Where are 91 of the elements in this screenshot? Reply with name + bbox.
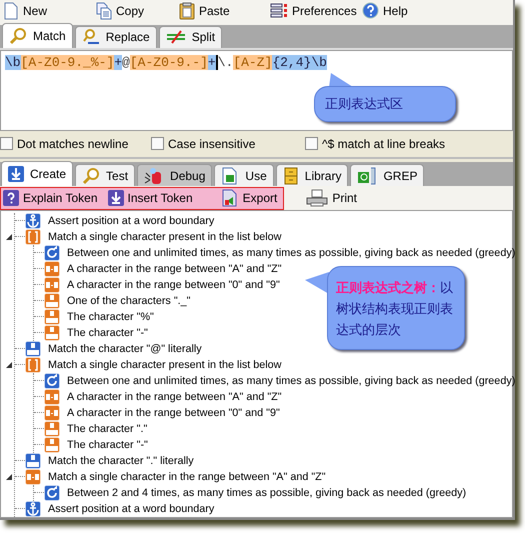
export-icon [220,189,239,208]
tab[interactable]: Use [214,164,274,186]
range-icon [44,276,60,293]
split-icon [166,30,186,44]
tree-item[interactable]: A character in the range between "0" and "9" [65,278,282,291]
tree-item[interactable]: A character in the range between "A" and "Z" [65,262,284,275]
magnifier-icon [82,28,100,46]
tree-item[interactable]: The character "-" [65,438,150,451]
bracket-icon [25,356,41,373]
checkbox[interactable] [151,137,164,150]
character-icon [44,324,60,341]
checkbox[interactable] [0,137,13,150]
range-icon [44,260,60,277]
repeat-icon [44,484,60,501]
regex-token: [A-Z] [233,54,272,70]
character-icon [44,308,60,325]
option-checkbox[interactable]: Dot matches newline [0,136,151,151]
tree-item[interactable]: The character "%" [65,310,156,323]
copy-icon [96,2,112,20]
tree-item[interactable]: Match the character "." literally [46,454,196,467]
toolbar-button[interactable]: Help [362,2,513,20]
grep-icon [357,166,378,185]
tab[interactable]: Library [276,164,348,186]
checkbox[interactable] [305,137,318,150]
tree-item[interactable]: A character in the range between "0" and "9" [65,406,282,419]
tree-item[interactable]: The character "-" [65,326,150,339]
tree-item[interactable]: The character "." [65,422,150,435]
character-icon [44,292,60,309]
printer-icon [306,189,328,208]
regex-token: [A-Z0-9._%-] [20,54,114,70]
tab[interactable]: Replace [74,26,157,48]
tree-item[interactable]: Between one and unlimited times, as many times as possible, giving back as needed (greedy) [65,246,518,259]
regex-token: @ [122,54,130,70]
regex-token: [A-Z0-9.-] [130,54,208,70]
magnifier-icon [82,166,100,185]
page-icon [3,2,19,20]
toolbar-button[interactable]: New [3,2,96,20]
tree-item[interactable]: Match the character "@" literally [46,342,204,355]
tree-item[interactable]: A character in the range between "A" and "Z" [65,390,284,403]
expander-icon[interactable] [6,362,12,368]
regex-token: {2,4}\b [272,54,327,70]
toolbar-button[interactable]: Copy [96,2,179,20]
tree-item[interactable]: One of the characters "._" [65,294,192,307]
tree-item[interactable]: Assert position at a word boundary [46,502,216,515]
action-button[interactable]: Explain Token [1,190,100,206]
regex-token: \b [5,54,21,70]
down-arrow-icon [108,190,124,206]
character-icon [25,452,41,469]
action-button[interactable]: Insert Token [106,190,195,206]
tree-item[interactable]: Match a single character present in the list below [46,358,284,371]
document-icon [221,166,240,185]
range-icon [25,468,41,485]
cabinet-icon [282,166,299,185]
tree-item[interactable]: Assert position at a word boundary [46,214,216,227]
tab[interactable]: Match [2,22,73,48]
tab[interactable]: Debug [137,164,212,186]
range-icon [44,404,60,421]
callout: 正则表达式区 [314,86,456,122]
character-icon [25,340,41,357]
help-icon [362,2,379,20]
list-settings-icon [270,2,288,19]
character-icon [44,420,60,437]
tree-item[interactable]: Between 2 and 4 times, as many times as possible, giving back as needed (greedy) [65,486,468,499]
tab[interactable]: Create [1,161,74,186]
magnifier-icon [9,26,27,45]
tree-item[interactable]: Between one and unlimited times, as many times as possible, giving back as needed (greedy) [65,374,518,387]
help-icon [3,190,19,206]
range-icon [44,388,60,405]
bracket-icon [25,228,41,245]
expander-icon[interactable] [6,234,12,240]
repeat-icon [44,244,60,261]
option-checkbox[interactable]: Case insensitive [151,136,305,151]
anchor-icon [25,212,41,229]
down-arrow-icon [8,166,24,182]
tab[interactable]: GREP [350,164,424,186]
clipboard-icon [179,2,195,20]
action-button[interactable]: Print [304,189,360,208]
tab[interactable]: Test [75,164,136,186]
toolbar-button[interactable]: Preferences [270,2,362,19]
regex-token: \. [218,54,234,70]
action-button[interactable]: Export [218,189,280,208]
regex-token: + [114,54,122,70]
character-icon [44,436,60,453]
toolbar-button[interactable]: Paste [179,2,270,20]
callout: 正则表达式之树：以树状结构表现正则表达式的层次 [327,266,465,350]
tree-item[interactable]: Match a single character in the range between "A" and "Z" [46,470,328,483]
tab[interactable]: Split [158,26,222,48]
tree-item[interactable]: Match a single character present in the list below [46,230,284,243]
expander-icon[interactable] [6,474,12,480]
repeat-icon [44,372,60,389]
option-checkbox[interactable]: ^$ match at line breaks [305,136,513,151]
